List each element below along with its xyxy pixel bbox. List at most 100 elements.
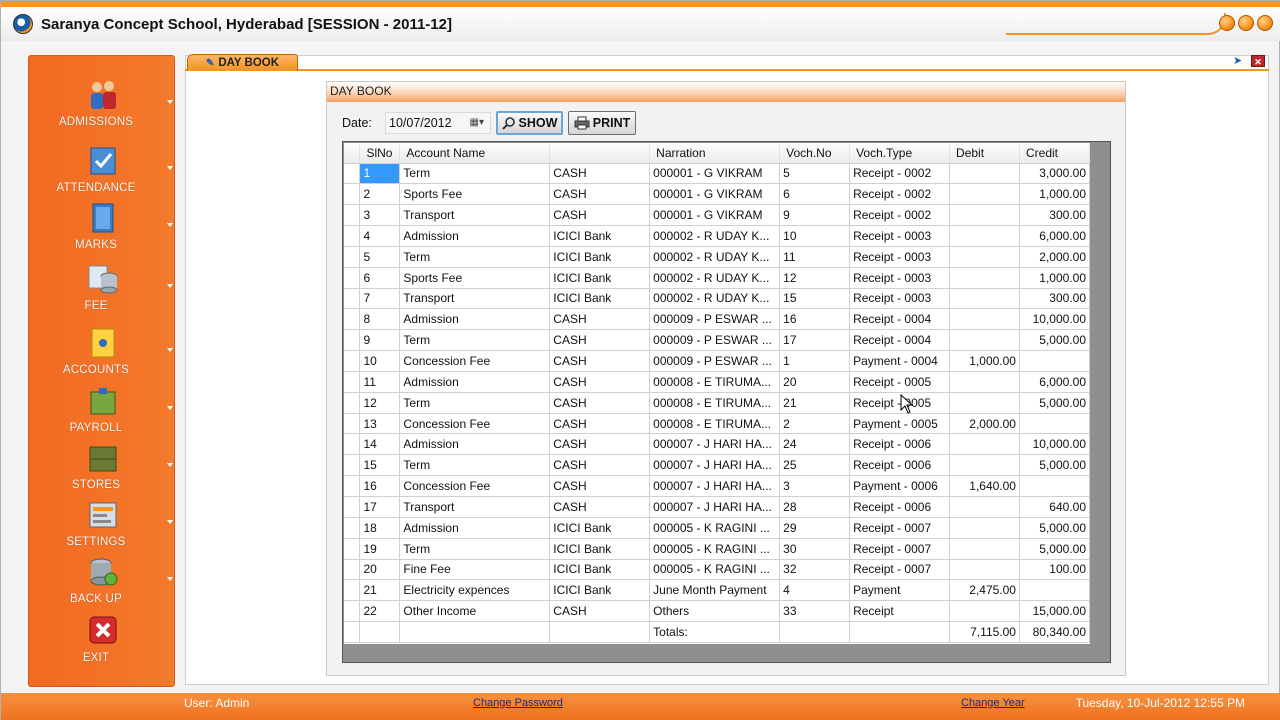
table-cell[interactable]: 1 — [359, 163, 401, 185]
table-cell[interactable]: Admission — [399, 371, 551, 393]
table-cell[interactable]: Other Income — [399, 600, 551, 623]
table-cell[interactable]: 17 — [779, 329, 851, 352]
table-cell[interactable]: ICICI Bank — [549, 267, 651, 289]
table-cell[interactable]: Admission — [399, 433, 551, 456]
table-cell[interactable]: 000009 - P ESWAR ... — [649, 329, 781, 352]
table-cell[interactable]: Payment - 0006 — [849, 475, 951, 497]
table-row[interactable]: 20 Fine Fee ICICI Bank 000005 - K RAGINI ..… — [344, 559, 1091, 581]
print-button[interactable]: PRINT — [568, 111, 636, 135]
table-cell[interactable]: Concession Fee — [399, 413, 551, 435]
table-cell[interactable]: ICICI Bank — [549, 246, 651, 268]
table-cell[interactable]: Transport — [399, 204, 551, 227]
table-row[interactable]: 7 Transport ICICI Bank 000002 - R UDAY K...… — [344, 288, 1091, 310]
table-cell[interactable]: 3 — [779, 475, 851, 497]
table-row[interactable]: 17 Transport CASH 000007 - J HARI HA... 28 Re… — [344, 496, 1091, 518]
table-cell[interactable]: Term — [399, 163, 551, 185]
table-cell[interactable]: 80,340.00 — [1019, 621, 1091, 643]
table-row[interactable]: 13 Concession Fee CASH 000008 - E TIRUMA...… — [344, 413, 1091, 435]
table-cell[interactable]: 9 — [779, 204, 851, 227]
table-cell[interactable]: 25 — [779, 454, 851, 477]
table-cell[interactable]: 6,000.00 — [1019, 371, 1091, 393]
table-cell[interactable]: 5 — [359, 246, 401, 268]
table-cell[interactable]: CASH — [549, 433, 651, 456]
table-cell[interactable]: 000002 - R UDAY K... — [649, 267, 781, 289]
totals-row[interactable]: Totals: 7,115.00 80,340.00 — [344, 621, 1091, 643]
table-cell[interactable]: 2,000.00 — [949, 413, 1020, 435]
table-cell[interactable]: 12 — [359, 392, 401, 414]
table-row[interactable]: 14 Admission CASH 000007 - J HARI HA... 24 Re… — [344, 433, 1091, 456]
minimize-button[interactable] — [1219, 15, 1235, 31]
table-cell[interactable] — [949, 288, 1020, 310]
table-cell[interactable]: Concession Fee — [399, 475, 551, 497]
table-cell[interactable] — [949, 392, 1020, 414]
table-cell[interactable]: CASH — [549, 496, 651, 518]
row-header[interactable] — [344, 329, 361, 352]
table-cell[interactable] — [1019, 475, 1091, 497]
table-cell[interactable]: 1,000.00 — [1019, 267, 1091, 289]
table-cell[interactable]: 1,640.00 — [949, 475, 1020, 497]
table-cell[interactable]: Others — [649, 600, 781, 623]
sidebar-item-fee[interactable]: FEE — [29, 262, 176, 318]
table-cell[interactable]: 15 — [779, 288, 851, 310]
table-cell[interactable]: ICICI Bank — [549, 225, 651, 247]
table-cell[interactable] — [949, 371, 1020, 393]
table-cell[interactable]: 21 — [359, 579, 401, 602]
table-row[interactable]: 15 Term CASH 000007 - J HARI HA... 25 Receipt… — [344, 454, 1091, 477]
table-cell[interactable]: 5 — [779, 163, 851, 185]
table-cell[interactable]: Receipt - 0007 — [849, 517, 951, 539]
table-cell[interactable]: CASH — [549, 350, 651, 372]
table-cell[interactable]: Receipt - 0006 — [849, 454, 951, 477]
table-cell[interactable]: 15,000.00 — [1019, 600, 1091, 623]
table-cell[interactable] — [1019, 413, 1091, 435]
row-header[interactable] — [344, 350, 361, 372]
table-cell[interactable]: CASH — [549, 183, 651, 206]
table-cell[interactable]: 000005 - K RAGINI ... — [649, 559, 781, 581]
table-cell[interactable]: 640.00 — [1019, 496, 1091, 518]
table-cell[interactable]: 300.00 — [1019, 204, 1091, 227]
sidebar-item-settings[interactable]: SETTINGS — [29, 498, 176, 554]
table-cell[interactable]: ICICI Bank — [549, 538, 651, 560]
row-header[interactable] — [344, 517, 361, 539]
table-cell[interactable] — [549, 621, 651, 643]
table-cell[interactable]: 29 — [779, 517, 851, 539]
table-cell[interactable]: 000002 - R UDAY K... — [649, 225, 781, 247]
table-cell[interactable]: 000008 - E TIRUMA... — [649, 392, 781, 414]
sidebar-item-marks[interactable]: MARKS — [29, 201, 176, 257]
row-header[interactable] — [344, 308, 361, 331]
table-cell[interactable]: 32 — [779, 559, 851, 581]
column-header[interactable]: Account Name — [399, 143, 551, 164]
table-row[interactable]: 3 Transport CASH 000001 - G VIKRAM 9 Receipt … — [344, 204, 1091, 227]
table-cell[interactable]: Sports Fee — [399, 267, 551, 289]
table-cell[interactable]: Receipt - 0002 — [849, 183, 951, 206]
row-header[interactable] — [344, 559, 361, 581]
table-cell[interactable] — [949, 163, 1020, 185]
column-header[interactable]: Credit — [1019, 143, 1091, 164]
row-header[interactable] — [344, 475, 361, 497]
row-header[interactable] — [344, 267, 361, 289]
table-cell[interactable]: 000007 - J HARI HA... — [649, 433, 781, 456]
column-header[interactable]: Debit — [949, 143, 1020, 164]
table-row[interactable]: 8 Admission CASH 000009 - P ESWAR ... 16 Rece… — [344, 308, 1091, 331]
table-cell[interactable] — [949, 496, 1020, 518]
table-cell[interactable]: ICICI Bank — [549, 288, 651, 310]
table-row[interactable]: 4 Admission ICICI Bank 000002 - R UDAY K...… — [344, 225, 1091, 247]
table-cell[interactable]: 19 — [359, 538, 401, 560]
table-row[interactable]: 16 Concession Fee CASH 000007 - J HARI HA..… — [344, 475, 1091, 497]
sidebar-item-exit[interactable]: EXIT — [29, 614, 176, 670]
table-cell[interactable]: CASH — [549, 392, 651, 414]
table-cell[interactable]: ICICI Bank — [549, 579, 651, 602]
table-cell[interactable]: 000005 - K RAGINI ... — [649, 517, 781, 539]
table-cell[interactable]: 3 — [359, 204, 401, 227]
table-cell[interactable]: 000001 - G VIKRAM — [649, 183, 781, 206]
table-cell[interactable]: Receipt - 0003 — [849, 288, 951, 310]
table-cell[interactable]: Receipt - 0003 — [849, 225, 951, 247]
table-cell[interactable]: Receipt - 0002 — [849, 204, 951, 227]
table-row[interactable]: 10 Concession Fee CASH 000009 - P ESWAR ...… — [344, 350, 1091, 372]
table-row[interactable]: 22 Other Income CASH Others 33 Receipt 15,000.… — [344, 600, 1091, 623]
table-cell[interactable]: 4 — [359, 225, 401, 247]
table-cell[interactable]: 22 — [359, 600, 401, 623]
row-header[interactable] — [344, 413, 361, 435]
table-cell[interactable]: 300.00 — [1019, 288, 1091, 310]
table-cell[interactable]: 2,475.00 — [949, 579, 1020, 602]
table-cell[interactable]: 6,000.00 — [1019, 225, 1091, 247]
